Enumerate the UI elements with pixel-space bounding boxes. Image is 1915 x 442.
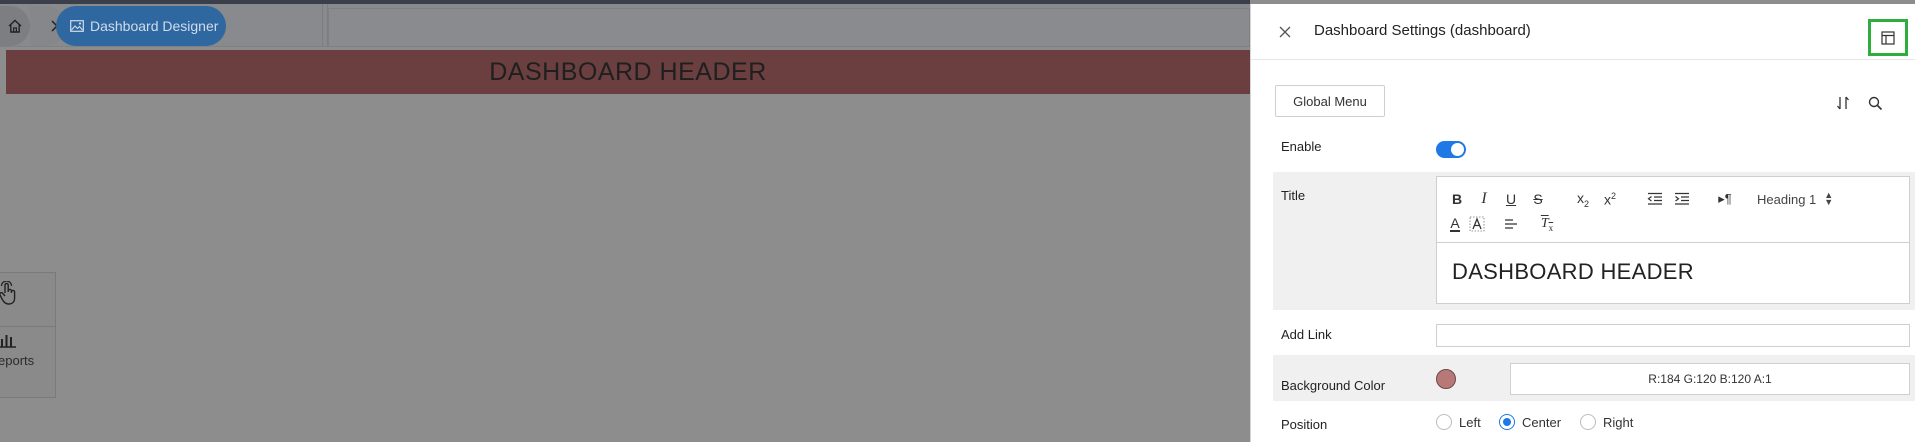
- global-menu-button[interactable]: Global Menu: [1275, 85, 1385, 117]
- strikethrough-button[interactable]: S: [1528, 189, 1548, 209]
- settings-panel-header: Dashboard Settings (dashboard): [1251, 4, 1915, 60]
- background-color-button[interactable]: [1467, 214, 1487, 234]
- search-button[interactable]: [1865, 93, 1885, 113]
- superscript-button[interactable]: x2: [1600, 189, 1620, 209]
- heading-select[interactable]: Heading 1 ▲ ▼: [1757, 189, 1857, 209]
- highlight-color-icon: [1469, 216, 1485, 232]
- position-center-label: Center: [1522, 414, 1562, 430]
- add-link-input[interactable]: [1436, 324, 1910, 347]
- position-right-option[interactable]: Right: [1580, 414, 1633, 430]
- clear-format-icon: Tx: [1540, 215, 1554, 233]
- interaction-tool[interactable]: [0, 281, 56, 327]
- subscript-button[interactable]: x2: [1573, 189, 1593, 209]
- underline-button[interactable]: U: [1501, 189, 1521, 209]
- background-color-value[interactable]: R:184 G:120 B:120 A:1: [1510, 363, 1910, 395]
- bar-chart-icon: [0, 335, 16, 348]
- select-arrows-icon: ▲ ▼: [1824, 190, 1834, 207]
- radio-button[interactable]: [1436, 414, 1452, 430]
- position-label: Position: [1281, 417, 1328, 432]
- title-rich-text-editor[interactable]: B I U S x2 x2 ▸¶ Heading 1 ▲ ▼ A Tx DASH…: [1436, 176, 1910, 304]
- reports-tool[interactable]: eports: [0, 331, 56, 368]
- heading-select-value: Heading 1: [1757, 191, 1817, 207]
- image-icon: [70, 20, 84, 32]
- align-button[interactable]: [1501, 214, 1521, 234]
- position-center-option[interactable]: Center: [1499, 414, 1561, 430]
- superscript-icon: x2: [1603, 190, 1616, 208]
- add-link-label: Add Link: [1281, 327, 1332, 342]
- paragraph-ltr-icon: ▸¶: [1718, 191, 1732, 206]
- position-left-option[interactable]: Left: [1436, 414, 1481, 430]
- align-left-icon: [1505, 219, 1517, 229]
- position-left-label: Left: [1459, 414, 1481, 430]
- clear-format-button[interactable]: Tx: [1537, 214, 1557, 234]
- panel-layout-icon: [1881, 30, 1895, 45]
- dock-panel-button[interactable]: [1868, 19, 1908, 56]
- bold-button[interactable]: B: [1447, 189, 1467, 209]
- settings-panel-title: Dashboard Settings (dashboard): [1314, 22, 1531, 39]
- close-button[interactable]: [1275, 22, 1295, 42]
- text-direction-button[interactable]: ▸¶: [1715, 189, 1735, 209]
- enable-toggle[interactable]: [1436, 141, 1466, 158]
- position-right-label: Right: [1603, 414, 1634, 430]
- editor-content[interactable]: DASHBOARD HEADER: [1452, 259, 1694, 285]
- tab-strip: [328, 8, 1250, 47]
- sort-button[interactable]: [1833, 93, 1853, 113]
- breadcrumb-dashboard-designer[interactable]: Dashboard Designer: [56, 6, 226, 46]
- font-color-icon: A: [1450, 215, 1460, 232]
- editor-toolbar: B I U S x2 x2 ▸¶ Heading 1 ▲ ▼ A Tx: [1437, 177, 1909, 243]
- title-label: Title: [1281, 188, 1306, 203]
- outdent-button[interactable]: [1645, 189, 1665, 209]
- indent-icon: [1675, 192, 1689, 205]
- search-icon: [1868, 96, 1882, 110]
- indent-button[interactable]: [1672, 189, 1692, 209]
- background-color-swatch[interactable]: [1436, 369, 1456, 389]
- font-color-button[interactable]: A: [1445, 214, 1465, 234]
- dashboard-header-text: DASHBOARD HEADER: [489, 57, 767, 86]
- home-icon: [8, 19, 22, 33]
- subscript-icon: x2: [1576, 189, 1589, 209]
- outdent-icon: [1647, 192, 1662, 205]
- radio-button-checked[interactable]: [1499, 414, 1515, 430]
- sort-icon: [1837, 96, 1849, 110]
- enable-label: Enable: [1281, 139, 1322, 154]
- italic-button[interactable]: I: [1474, 189, 1494, 209]
- dashboard-header-banner[interactable]: DASHBOARD HEADER: [6, 50, 1250, 94]
- breadcrumb-active-label: Dashboard Designer: [90, 18, 219, 34]
- radio-button[interactable]: [1580, 414, 1596, 430]
- dashboard-settings-panel: Dashboard Settings (dashboard) Global Me…: [1250, 4, 1915, 442]
- close-icon: [1279, 26, 1291, 38]
- left-tool-panel: eports: [0, 272, 56, 398]
- hand-pointer-icon: [0, 281, 16, 305]
- reports-label: eports: [0, 353, 35, 368]
- background-color-label: Background Color: [1281, 378, 1386, 393]
